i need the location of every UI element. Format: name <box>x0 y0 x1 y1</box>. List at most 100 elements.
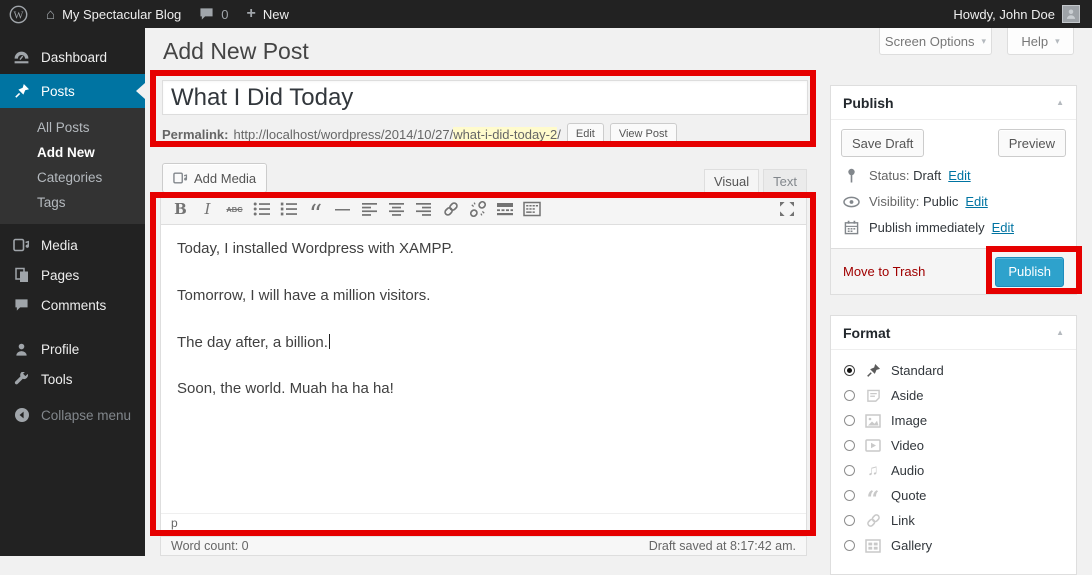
post-status-icon <box>843 168 860 183</box>
submenu-categories[interactable]: Categories <box>0 165 145 190</box>
format-label: Video <box>891 438 924 453</box>
publish-button[interactable]: Publish <box>995 257 1064 287</box>
blockquote-button[interactable]: “ <box>302 191 329 227</box>
paragraph-text: The day after, a billion. <box>177 334 328 351</box>
format-option-audio[interactable]: ♫ Audio <box>844 458 1076 483</box>
submenu-add-new[interactable]: Add New <box>0 140 145 165</box>
add-media-icon <box>173 171 188 185</box>
add-media-button[interactable]: Add Media <box>162 163 267 193</box>
schedule-row: Publish immediately Edit <box>843 220 1064 235</box>
sidebar-item-profile[interactable]: Profile <box>0 334 145 364</box>
help-button[interactable]: Help ▾ <box>1007 28 1074 55</box>
editor-element-path: p <box>161 513 806 532</box>
site-name-menu[interactable]: ⌂ My Spectacular Blog <box>37 0 190 28</box>
sidebar-item-collapse-menu[interactable]: Collapse menu <box>0 400 145 430</box>
sidebar-item-comments[interactable]: Comments <box>0 290 145 320</box>
tab-text[interactable]: Text <box>763 169 807 194</box>
radio-button[interactable] <box>844 465 855 476</box>
edit-schedule-link[interactable]: Edit <box>992 220 1014 235</box>
view-post-button[interactable]: View Post <box>610 123 677 145</box>
draft-saved-status: Draft saved at 8:17:42 am. <box>649 539 796 553</box>
radio-button[interactable] <box>844 390 855 401</box>
dashboard-icon <box>12 50 31 65</box>
image-icon <box>864 414 882 428</box>
publish-box-header[interactable]: Publish ▲ <box>831 86 1076 120</box>
tools-icon <box>12 372 31 387</box>
align-right-button[interactable] <box>410 197 437 221</box>
format-option-aside[interactable]: Aside <box>844 383 1076 408</box>
text-cursor <box>329 334 330 349</box>
comments-menu[interactable]: 0 <box>190 0 237 28</box>
strikethrough-button[interactable]: ABC <box>221 197 248 221</box>
collapse-handle-icon[interactable]: ▲ <box>1056 98 1064 107</box>
fullscreen-button[interactable] <box>773 197 800 221</box>
link-button[interactable] <box>437 197 464 221</box>
admin-bar: W ⌂ My Spectacular Blog 0 + New Howdy, J… <box>0 0 1092 28</box>
edit-slug-button[interactable]: Edit <box>567 123 604 145</box>
aside-icon <box>864 389 882 403</box>
radio-button[interactable] <box>844 415 855 426</box>
publish-metabox: Publish ▲ Save Draft Preview Status: Dra… <box>830 85 1077 295</box>
bold-button[interactable]: B <box>167 197 194 221</box>
quote-icon: “ <box>864 486 882 505</box>
format-option-gallery[interactable]: Gallery <box>844 533 1076 558</box>
preview-button[interactable]: Preview <box>998 129 1066 157</box>
new-label: New <box>263 7 289 22</box>
format-option-quote[interactable]: “ Quote <box>844 483 1076 508</box>
numbered-list-button[interactable] <box>275 197 302 221</box>
format-option-video[interactable]: Video <box>844 433 1076 458</box>
link-icon <box>864 513 882 528</box>
visibility-label: Visibility: <box>869 194 919 209</box>
radio-button[interactable] <box>844 490 855 501</box>
permalink-base: http://localhost/wordpress/2014/10/27/ <box>233 127 453 142</box>
unlink-button[interactable] <box>464 197 491 221</box>
italic-button[interactable]: I <box>194 197 221 221</box>
edit-visibility-link[interactable]: Edit <box>965 194 987 209</box>
tab-visual[interactable]: Visual <box>704 169 759 194</box>
align-center-button[interactable] <box>383 197 410 221</box>
sidebar-item-label: Profile <box>41 342 79 357</box>
toolbar-toggle-button[interactable] <box>518 197 545 221</box>
align-left-button[interactable] <box>356 197 383 221</box>
my-account-menu[interactable]: Howdy, John Doe <box>944 5 1080 23</box>
post-title-input[interactable] <box>162 80 808 115</box>
radio-button[interactable] <box>844 440 855 451</box>
sidebar-item-pages[interactable]: Pages <box>0 260 145 290</box>
editor-mode-tabs: Visual Text <box>704 169 807 194</box>
editor-content-area[interactable]: Today, I installed Wordpress with XAMPP.… <box>161 225 806 438</box>
site-name: My Spectacular Blog <box>62 7 181 22</box>
format-option-image[interactable]: Image <box>844 408 1076 433</box>
visibility-eye-icon <box>843 196 860 208</box>
sidebar-item-media[interactable]: Media <box>0 230 145 260</box>
format-option-standard[interactable]: Standard <box>844 358 1076 383</box>
visibility-value: Public <box>923 194 958 209</box>
format-label: Gallery <box>891 538 932 553</box>
sidebar-item-tools[interactable]: Tools <box>0 364 145 394</box>
radio-button[interactable] <box>844 540 855 551</box>
insert-more-tag-button[interactable] <box>491 197 518 221</box>
sidebar-item-dashboard[interactable]: Dashboard <box>0 40 145 74</box>
post-editor: B I ABC “ — <box>160 193 807 533</box>
editor-paragraph: Soon, the world. Muah ha ha ha! <box>177 378 790 400</box>
bullet-list-button[interactable] <box>248 197 275 221</box>
collapse-handle-icon[interactable]: ▲ <box>1056 328 1064 337</box>
format-box-header[interactable]: Format ▲ <box>831 316 1076 350</box>
wordpress-logo-menu[interactable]: W <box>0 0 37 28</box>
screen-options-button[interactable]: Screen Options ▾ <box>879 28 992 55</box>
format-label: Quote <box>891 488 926 503</box>
sidebar-item-label: Pages <box>41 268 79 283</box>
radio-button[interactable] <box>844 365 855 376</box>
submenu-tags[interactable]: Tags <box>0 190 145 215</box>
horizontal-rule-button[interactable]: — <box>329 197 356 221</box>
submenu-all-posts[interactable]: All Posts <box>0 115 145 140</box>
calendar-icon <box>843 220 860 235</box>
permalink-slug[interactable]: what-i-did-today-2 <box>453 127 557 142</box>
save-draft-button[interactable]: Save Draft <box>841 129 924 157</box>
sidebar-item-posts[interactable]: Posts <box>0 74 145 108</box>
radio-button[interactable] <box>844 515 855 526</box>
move-to-trash-link[interactable]: Move to Trash <box>843 264 925 279</box>
edit-status-link[interactable]: Edit <box>948 168 970 183</box>
new-content-menu[interactable]: + New <box>238 0 298 28</box>
format-label: Image <box>891 413 927 428</box>
plus-icon: + <box>247 6 256 22</box>
